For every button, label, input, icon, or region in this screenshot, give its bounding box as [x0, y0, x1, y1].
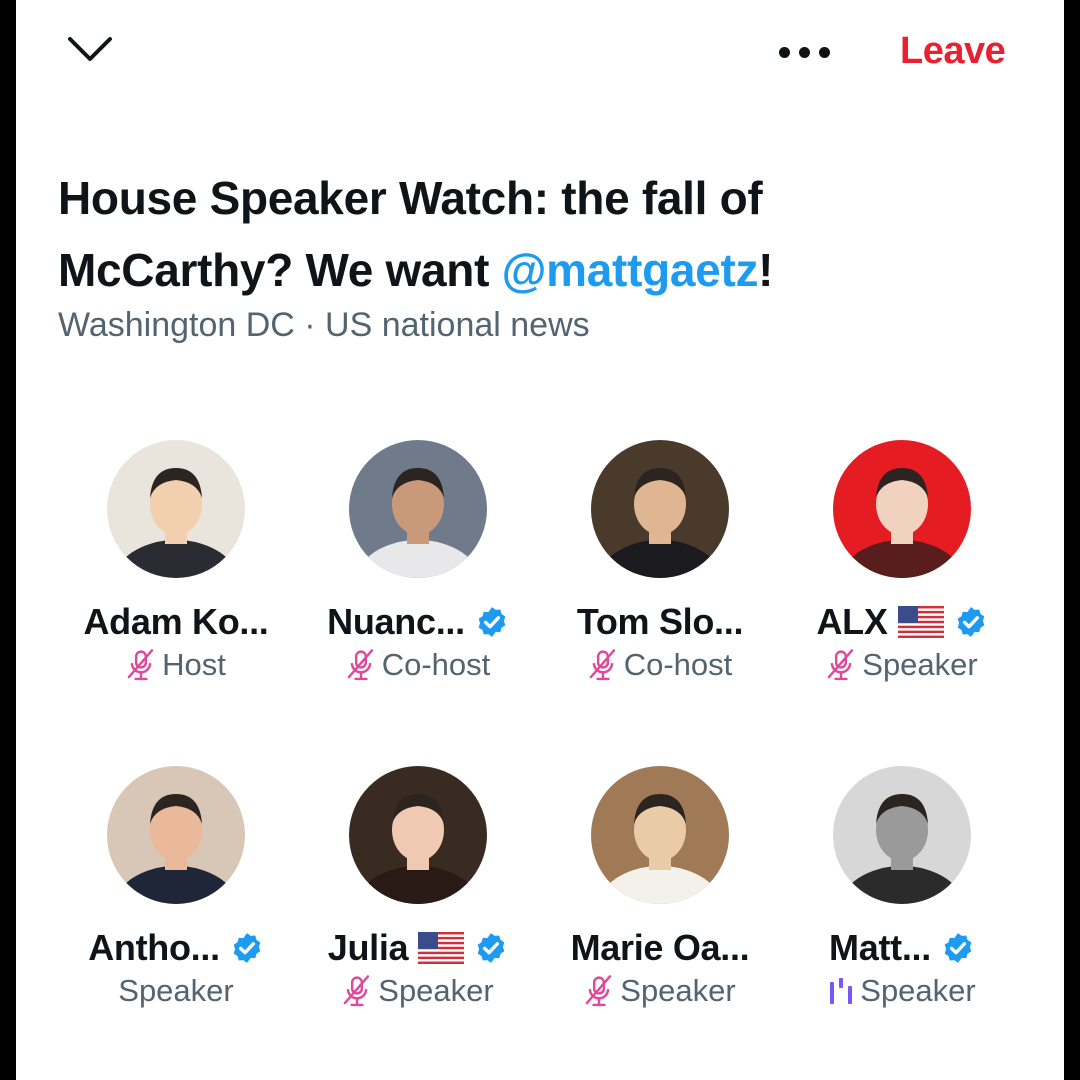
mic-muted-icon — [127, 649, 154, 681]
avatar-image — [833, 766, 971, 904]
participant-role-row: Co-host — [346, 644, 491, 686]
title-end: ! — [758, 244, 774, 296]
more-dot — [818, 46, 830, 58]
avatar-image — [591, 440, 729, 578]
avatar-image — [349, 766, 487, 904]
participant-role: Host — [162, 647, 226, 682]
verified-badge-icon — [478, 607, 506, 637]
participant-name-row: Tom Slo... — [576, 600, 744, 644]
mic-muted-icon — [347, 649, 373, 681]
avatar[interactable] — [349, 440, 487, 578]
participant-card[interactable]: Matt... Speaker — [781, 766, 1023, 1012]
participant-name-row: Adam Ko... — [83, 600, 268, 644]
chevron-down-icon — [68, 37, 112, 61]
participant-role: Speaker — [620, 973, 736, 1008]
participant-role-row: Speaker — [584, 970, 736, 1012]
participant-card[interactable]: Antho... Speaker — [55, 766, 297, 1012]
verified-badge-icon — [233, 933, 261, 963]
participant-role-row: Speaker — [826, 644, 978, 686]
participant-name: Tom Slo... — [576, 601, 744, 642]
participant-card[interactable]: Julia Speaker — [297, 766, 539, 1012]
participant-name: Julia — [327, 927, 409, 968]
participant-name-row: Nuanc... — [327, 600, 509, 644]
verified-badge-icon — [957, 607, 984, 637]
avatar[interactable] — [349, 766, 487, 904]
avatar[interactable] — [107, 766, 245, 904]
participant-card[interactable]: Tom Slo... Co-host — [539, 440, 781, 686]
participant-name-row: Antho... — [88, 926, 264, 970]
participant-role-row: Speaker — [118, 970, 233, 1012]
avatar[interactable] — [107, 440, 245, 578]
participant-name: Nuanc... — [327, 601, 465, 642]
us-flag-icon — [897, 606, 944, 638]
leave-button[interactable]: Leave — [900, 30, 1006, 73]
avatar-image — [591, 766, 729, 904]
avatar[interactable] — [833, 440, 971, 578]
participant-name-row: Marie Oa... — [571, 926, 750, 970]
participant-role: Co-host — [381, 647, 491, 682]
participant-role: Speaker — [378, 973, 494, 1008]
more-dot — [798, 46, 810, 58]
participant-card[interactable]: Nuanc... Co-host — [297, 440, 539, 686]
avatar-image — [349, 440, 487, 578]
participant-name-row: ALX — [816, 600, 987, 644]
avatar[interactable] — [591, 440, 729, 578]
title-mention-link[interactable]: @mattgaetz — [502, 244, 759, 296]
verified-badge-icon — [944, 933, 972, 963]
avatar-image — [107, 766, 245, 904]
mic-muted-icon — [827, 649, 854, 681]
participant-role: Speaker — [862, 647, 978, 682]
participant-name: Adam Ko... — [83, 601, 269, 642]
more-options-button[interactable] — [768, 32, 840, 72]
avatar[interactable] — [833, 766, 971, 904]
us-flag-icon — [418, 932, 465, 964]
avatar-image — [107, 440, 245, 578]
participant-name-row: Matt... — [829, 926, 975, 970]
participant-role: Co-host — [623, 647, 733, 682]
participant-role-row: Speaker — [342, 970, 494, 1012]
space-subtitle: Washington DC · US national news — [58, 306, 590, 344]
participant-card[interactable]: ALX Speaker — [781, 440, 1023, 686]
avatar[interactable] — [591, 766, 729, 904]
participant-name: Matt... — [829, 927, 931, 968]
space-title: House Speaker Watch: the fall of McCarth… — [58, 162, 958, 306]
mic-muted-icon — [589, 649, 615, 681]
participant-role: Speaker — [860, 973, 976, 1008]
mic-muted-icon — [343, 975, 370, 1007]
speaking-indicator-icon — [830, 978, 853, 1004]
avatar-image — [833, 440, 971, 578]
participant-name: Marie Oa... — [570, 927, 750, 968]
space-sheet: Leave House Speaker Watch: the fall of M… — [16, 0, 1064, 1080]
mic-muted-icon — [585, 975, 612, 1007]
collapse-button[interactable] — [62, 28, 118, 72]
participant-role-row: Speaker — [828, 970, 976, 1012]
participant-name: ALX — [816, 601, 888, 642]
participant-name-row: Julia — [328, 926, 509, 970]
participant-role-row: Co-host — [588, 644, 733, 686]
participant-card[interactable]: Marie Oa... Speaker — [539, 766, 781, 1012]
verified-badge-icon — [477, 933, 505, 963]
participant-role: Speaker — [118, 973, 234, 1008]
participant-role-row: Host — [126, 644, 226, 686]
more-dots-icon — [778, 46, 790, 58]
participant-name: Antho... — [88, 927, 220, 968]
participant-card[interactable]: Adam Ko... Host — [55, 440, 297, 686]
